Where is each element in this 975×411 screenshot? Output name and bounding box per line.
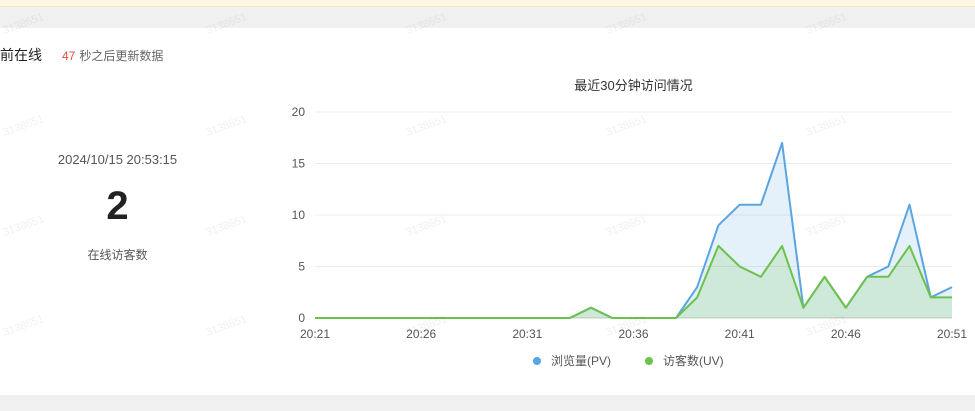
legend-marker-uv <box>645 357 653 365</box>
y-tick-label: 20 <box>292 105 306 119</box>
y-tick-label: 0 <box>298 311 305 325</box>
x-tick-label: 20:26 <box>406 327 436 341</box>
online-visitors-card: 前在线 47 秒之后更新数据 2024/10/15 20:53:15 2 在线访客… <box>0 28 975 395</box>
chart-title: 最近30分钟访问情况 <box>574 78 692 93</box>
visits-chart-svg: 最近30分钟访问情况 0 5 10 15 20 20:21 20:26 20:31 20:36 20… <box>292 78 968 368</box>
online-summary-panel: 2024/10/15 20:53:15 2 在线访客数 <box>0 28 235 395</box>
current-datetime: 2024/10/15 20:53:15 <box>57 152 178 167</box>
y-tick-label: 5 <box>298 260 305 274</box>
legend-marker-pv <box>533 357 541 365</box>
online-visitor-label: 在线访客数 <box>87 248 148 262</box>
x-tick-label: 20:21 <box>300 327 330 341</box>
y-tick-label: 10 <box>292 208 306 222</box>
top-banner-strip <box>0 0 975 7</box>
x-tick-label: 20:36 <box>618 327 648 341</box>
x-tick-label: 20:31 <box>512 327 542 341</box>
x-tick-label: 20:51 <box>937 327 967 341</box>
series-uv-area <box>315 245 952 318</box>
x-tick-label: 20:41 <box>725 327 755 341</box>
visits-chart: 最近30分钟访问情况 0 5 10 15 20 20:21 20:26 20:31 20:36 20… <box>275 28 975 395</box>
legend-label-uv: 访客数(UV) <box>663 353 724 368</box>
y-tick-label: 15 <box>292 157 306 171</box>
legend-label-pv: 浏览量(PV) <box>551 353 611 368</box>
x-tick-label: 20:46 <box>831 327 861 341</box>
online-visitor-count: 2 <box>106 184 129 228</box>
